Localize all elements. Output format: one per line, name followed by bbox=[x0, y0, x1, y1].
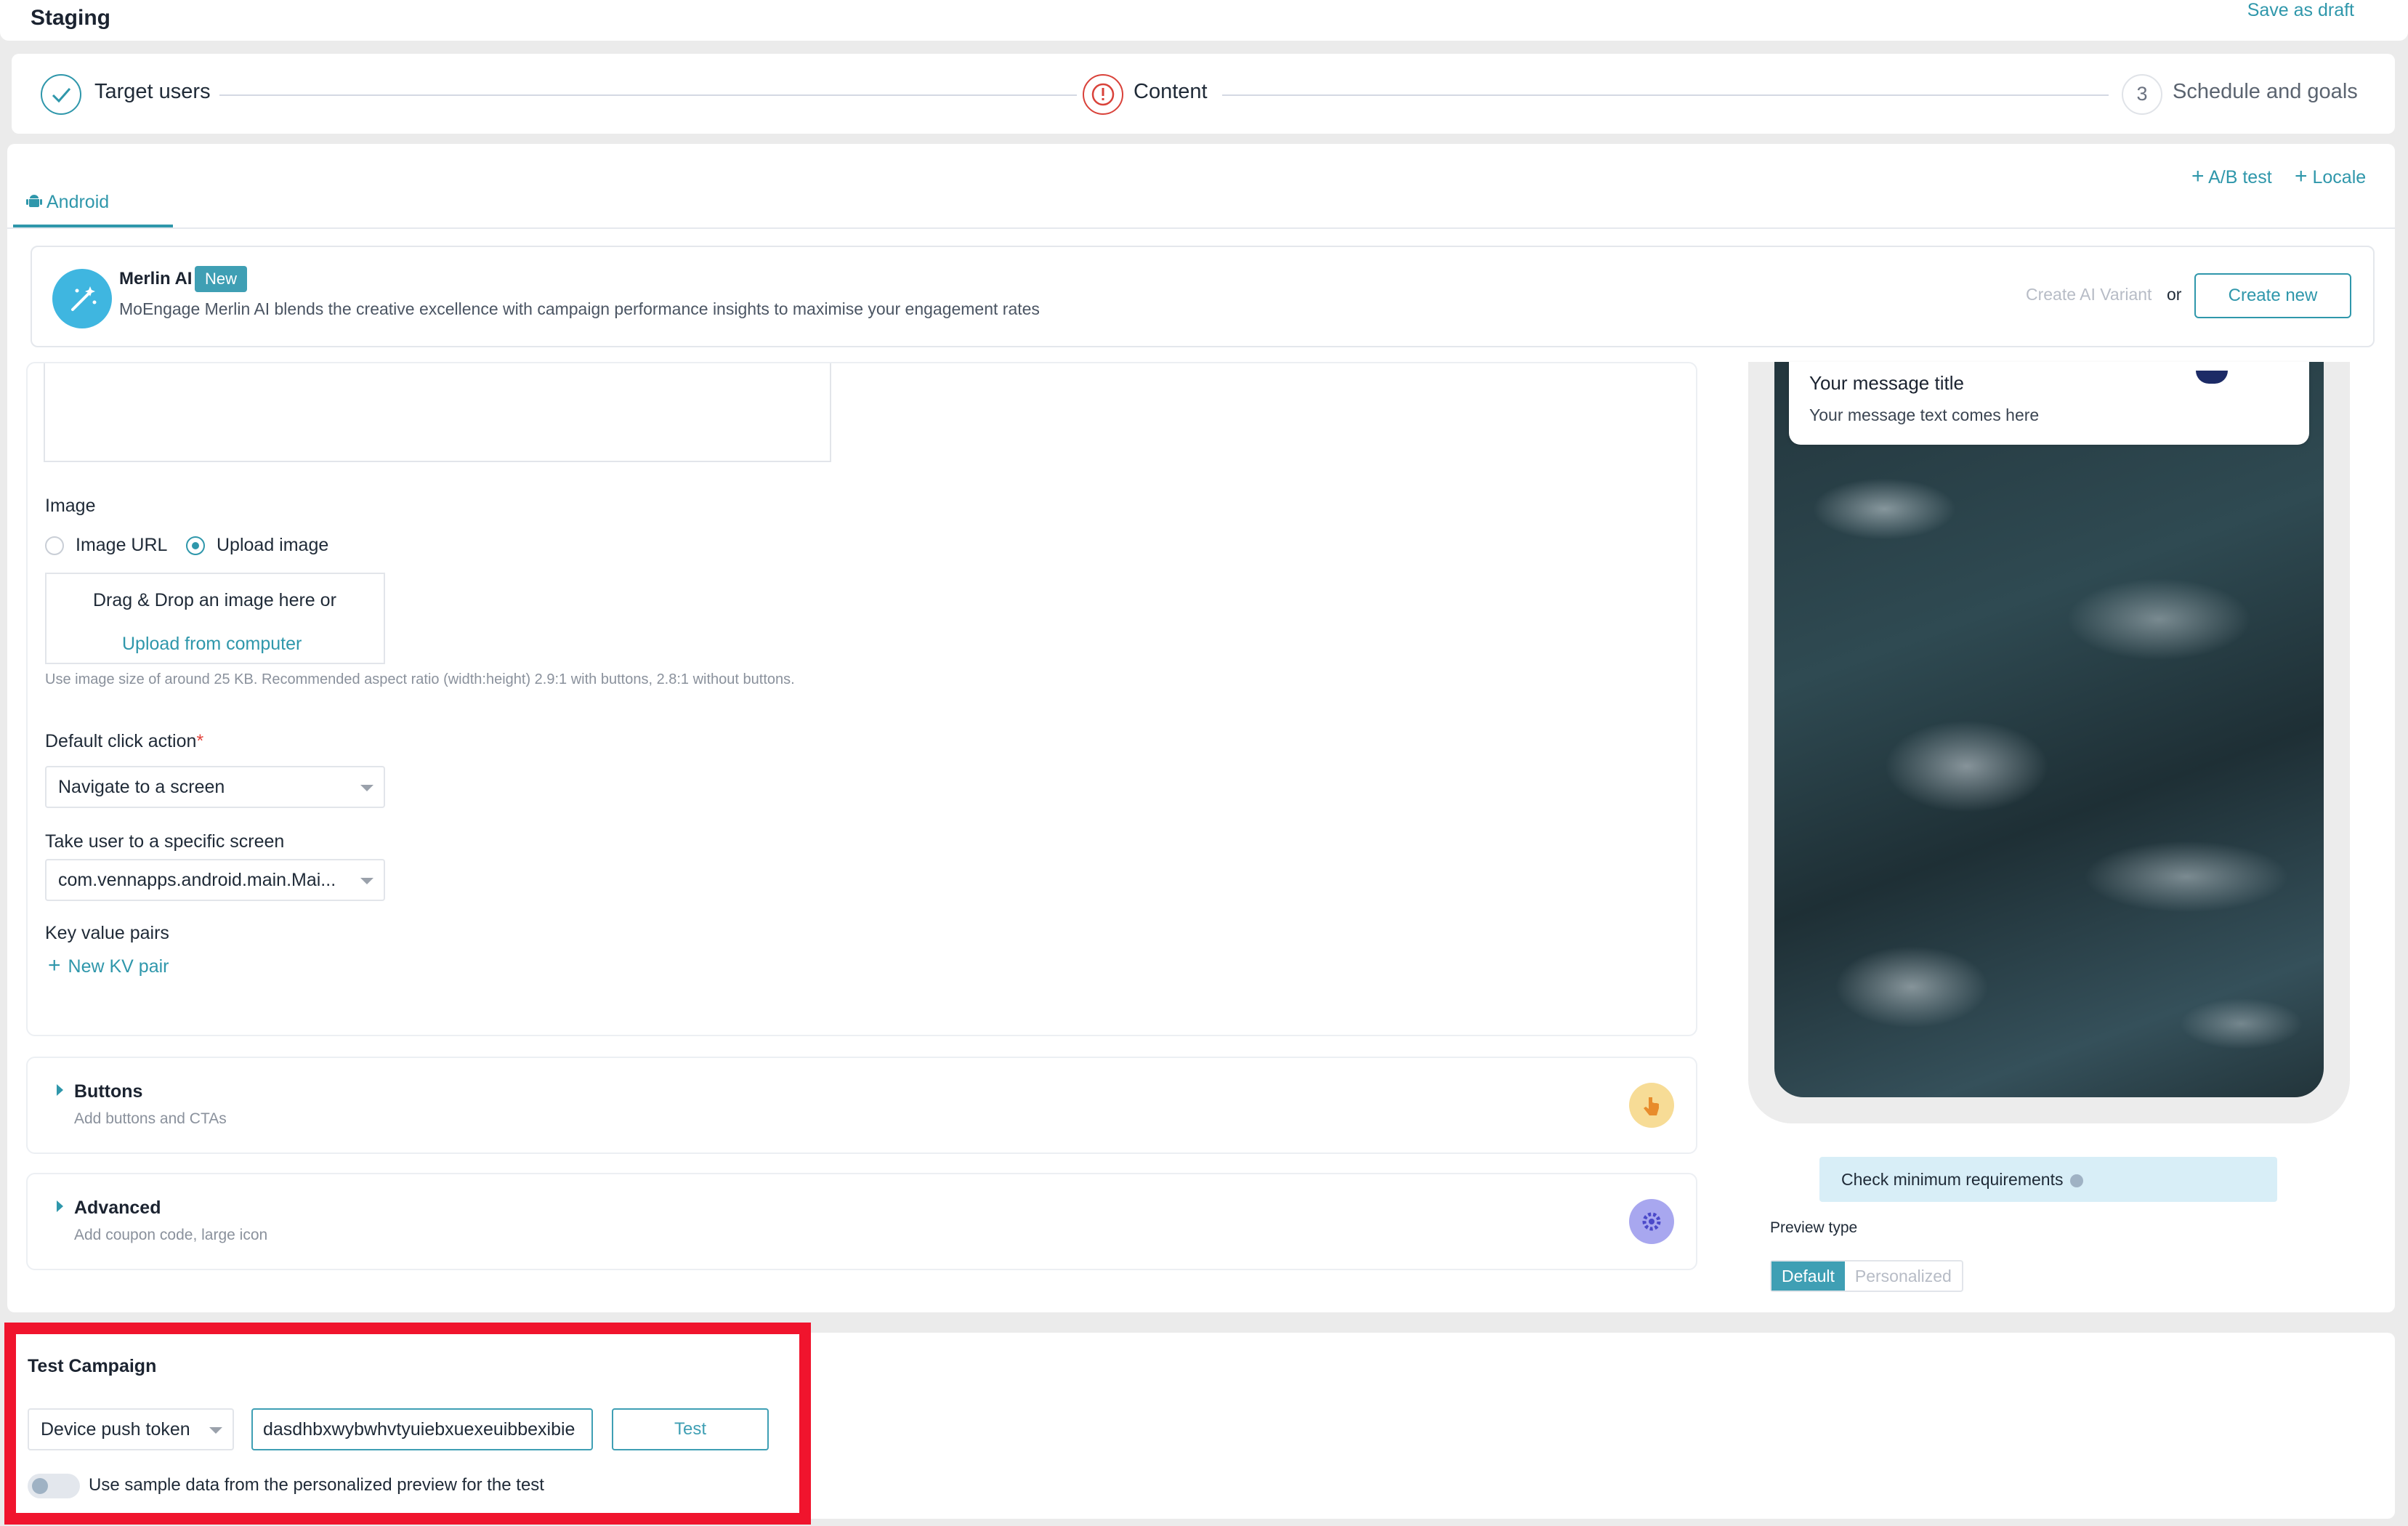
or-separator: or bbox=[2167, 285, 2182, 304]
step-done-icon[interactable] bbox=[41, 74, 81, 115]
chevron-down-icon bbox=[360, 878, 373, 884]
tab-android-label: Android bbox=[47, 192, 110, 212]
merlin-description: MoEngage Merlin AI blends the creative e… bbox=[119, 299, 1040, 318]
step-connector bbox=[1222, 94, 2109, 96]
advanced-accordion[interactable]: Advanced Add coupon code, large icon bbox=[26, 1173, 1697, 1270]
push-token-input[interactable]: dasdhbxwybwhvtyuiebxuexeuibbexibie bbox=[251, 1408, 593, 1450]
click-action-value: Navigate to a screen bbox=[58, 777, 225, 797]
step-error-icon[interactable] bbox=[1083, 74, 1123, 115]
caret-right-icon bbox=[57, 1200, 63, 1212]
caret-right-icon bbox=[57, 1084, 63, 1096]
chevron-down-icon bbox=[209, 1427, 222, 1434]
message-textarea[interactable] bbox=[44, 363, 831, 462]
tab-divider bbox=[7, 227, 2395, 229]
sample-data-label: Use sample data from the personalized pr… bbox=[89, 1475, 544, 1495]
merlin-title: Merlin AI bbox=[119, 269, 193, 288]
check-requirements-button[interactable]: Check minimum requirements bbox=[1819, 1157, 2277, 1202]
screen-label: Take user to a specific screen bbox=[45, 831, 285, 852]
top-header bbox=[0, 0, 2408, 41]
buttons-title: Buttons bbox=[74, 1081, 143, 1102]
image-url-label[interactable]: Image URL bbox=[76, 535, 167, 556]
add-locale-link[interactable]: + Locale bbox=[2295, 164, 2366, 189]
click-action-label-text: Default click action bbox=[45, 731, 197, 751]
check-requirements-label: Check minimum requirements bbox=[1841, 1170, 2064, 1189]
token-type-value: Device push token bbox=[41, 1419, 190, 1440]
step-target-users[interactable]: Target users bbox=[94, 80, 211, 104]
tab-android[interactable]: Android bbox=[26, 192, 109, 213]
preview-type-toggle: Default Personalized bbox=[1770, 1260, 1963, 1292]
advanced-subtitle: Add coupon code, large icon bbox=[74, 1227, 268, 1243]
preview-default-option[interactable]: Default bbox=[1771, 1261, 1845, 1291]
notification-text: Your message text comes here bbox=[1809, 405, 2040, 424]
step-connector bbox=[219, 94, 1077, 96]
create-new-button[interactable]: Create new bbox=[2194, 273, 2351, 318]
image-label: Image bbox=[45, 496, 96, 516]
hand-pointer-icon bbox=[1629, 1083, 1674, 1128]
step-content[interactable]: Content bbox=[1134, 80, 1208, 104]
merlin-ai-banner bbox=[31, 246, 2375, 347]
click-action-label: Default click action* bbox=[45, 731, 203, 752]
ab-test-label: A/B test bbox=[2208, 167, 2272, 187]
token-type-select[interactable]: Device push token bbox=[28, 1408, 234, 1450]
preview-type-label: Preview type bbox=[1770, 1219, 1858, 1236]
dropzone-text: Drag & Drop an image here or bbox=[93, 590, 336, 610]
kv-pairs-label: Key value pairs bbox=[45, 923, 169, 943]
add-ab-test-link[interactable]: + A/B test bbox=[2191, 164, 2272, 189]
image-url-radio[interactable] bbox=[45, 536, 64, 555]
image-size-hint: Use image size of around 25 KB. Recommen… bbox=[45, 671, 795, 687]
message-form-card bbox=[26, 362, 1697, 1036]
notification-title: Your message title bbox=[1809, 372, 1964, 394]
create-ai-variant-button[interactable]: Create AI Variant bbox=[2026, 285, 2152, 304]
new-kv-pair-button[interactable]: + New KV pair bbox=[48, 953, 169, 978]
campaign-stepper: Target users Content 3 Schedule and goal… bbox=[12, 54, 2395, 134]
ocean-background-image bbox=[1774, 362, 2324, 1097]
gear-icon bbox=[1629, 1199, 1674, 1244]
screen-value: com.vennapps.android.main.Mai... bbox=[58, 870, 336, 890]
android-icon bbox=[26, 195, 42, 207]
advanced-title: Advanced bbox=[74, 1198, 161, 1218]
new-kv-pair-label: New KV pair bbox=[68, 956, 169, 977]
screen-select[interactable]: com.vennapps.android.main.Mai... bbox=[45, 859, 385, 901]
magic-wand-icon bbox=[52, 269, 112, 328]
locale-label: Locale bbox=[2312, 167, 2367, 187]
plus-icon: + bbox=[48, 953, 61, 977]
required-marker: * bbox=[196, 731, 204, 751]
preview-personalized-option[interactable]: Personalized bbox=[1845, 1261, 1962, 1291]
page-title: Staging bbox=[31, 6, 110, 30]
step-number-3[interactable]: 3 bbox=[2122, 74, 2162, 115]
test-button[interactable]: Test bbox=[612, 1408, 769, 1450]
step-schedule-goals[interactable]: Schedule and goals bbox=[2173, 80, 2358, 104]
test-campaign-title: Test Campaign bbox=[28, 1356, 157, 1376]
new-badge: New bbox=[195, 266, 248, 292]
upload-image-label[interactable]: Upload image bbox=[217, 535, 328, 556]
info-icon bbox=[2070, 1174, 2084, 1187]
buttons-subtitle: Add buttons and CTAs bbox=[74, 1110, 227, 1127]
buttons-accordion[interactable]: Buttons Add buttons and CTAs bbox=[26, 1057, 1697, 1154]
upload-image-radio[interactable] bbox=[186, 536, 205, 555]
toggle-knob bbox=[32, 1478, 48, 1494]
upload-from-computer-link[interactable]: Upload from computer bbox=[122, 634, 302, 655]
click-action-select[interactable]: Navigate to a screen bbox=[45, 766, 385, 808]
save-draft-link[interactable]: Save as draft bbox=[2247, 0, 2354, 21]
active-tab-indicator bbox=[13, 225, 173, 227]
chevron-down-icon bbox=[360, 785, 373, 791]
